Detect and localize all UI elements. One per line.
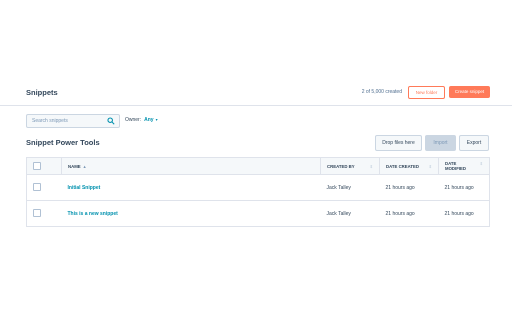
owner-value[interactable]: Any bbox=[144, 117, 153, 123]
export-button[interactable]: Export bbox=[459, 135, 489, 151]
column-date-modified-label: DATE MODIFIED bbox=[445, 161, 467, 171]
snippet-name-link[interactable]: Initial Snippet bbox=[68, 185, 101, 191]
created-by-cell: Jack Talley bbox=[326, 184, 351, 191]
search-icon[interactable] bbox=[107, 117, 115, 125]
sort-asc-icon: ▲ bbox=[82, 163, 87, 169]
new-folder-button[interactable]: New folder bbox=[408, 86, 445, 99]
sort-icon: ⇕ bbox=[428, 163, 432, 169]
search-placeholder: Search snippets bbox=[32, 118, 68, 124]
table-header-row: NAME ▲ CREATED BY ⇕ DATE CREATED ⇕ ⇕ DATE MO… bbox=[26, 157, 490, 175]
snippets-table: NAME ▲ CREATED BY ⇕ DATE CREATED ⇕ ⇕ DATE MO… bbox=[26, 157, 490, 227]
page-title: Snippets bbox=[26, 88, 58, 97]
date-modified-cell: 21 hours ago bbox=[444, 210, 474, 217]
row-select-cell bbox=[27, 175, 62, 201]
table-row: Initial Snippet Jack Talley 21 hours ago… bbox=[26, 174, 490, 201]
drop-files-button[interactable]: Drop files here bbox=[375, 135, 422, 151]
column-date-modified[interactable]: ⇕ DATE MODIFIED bbox=[439, 158, 490, 175]
snippet-name-link[interactable]: This is a new snippet bbox=[68, 211, 118, 217]
row-checkbox[interactable] bbox=[33, 208, 41, 217]
owner-filter[interactable]: Owner: Any ▾ bbox=[125, 117, 158, 123]
column-date-created-label: DATE CREATED bbox=[386, 163, 420, 169]
page-header: Snippets 2 of 5,000 created New folder C… bbox=[0, 80, 512, 106]
column-name-label: NAME bbox=[68, 163, 81, 169]
select-all-checkbox[interactable] bbox=[33, 161, 41, 170]
column-created-by[interactable]: CREATED BY ⇕ bbox=[320, 157, 380, 175]
created-by-cell: Jack Talley bbox=[326, 210, 351, 217]
date-created-cell: 21 hours ago bbox=[385, 184, 415, 191]
search-input[interactable]: Search snippets bbox=[26, 114, 120, 128]
column-date-created[interactable]: DATE CREATED ⇕ bbox=[379, 157, 439, 175]
import-button[interactable]: Import bbox=[425, 135, 456, 151]
name-cell: This is a new snippet bbox=[62, 201, 321, 227]
create-snippet-button[interactable]: Create snippet bbox=[449, 86, 490, 98]
column-name[interactable]: NAME ▲ bbox=[61, 157, 321, 175]
select-all-cell bbox=[26, 157, 62, 175]
sort-icon: ⇕ bbox=[369, 163, 373, 169]
chevron-down-icon: ▾ bbox=[155, 117, 158, 122]
section-title: Snippet Power Tools bbox=[26, 138, 100, 147]
snippet-count: 2 of 5,000 created bbox=[361, 89, 402, 95]
date-created-cell: 21 hours ago bbox=[385, 210, 415, 217]
owner-label: Owner: bbox=[125, 117, 142, 123]
table-row: This is a new snippet Jack Talley 21 hou… bbox=[26, 200, 490, 227]
date-modified-cell: 21 hours ago bbox=[444, 184, 474, 191]
row-select-cell bbox=[27, 201, 62, 227]
name-cell: Initial Snippet bbox=[62, 175, 321, 201]
sort-icon: ⇕ bbox=[479, 161, 483, 166]
row-checkbox[interactable] bbox=[33, 182, 41, 191]
column-created-by-label: CREATED BY bbox=[327, 163, 355, 169]
